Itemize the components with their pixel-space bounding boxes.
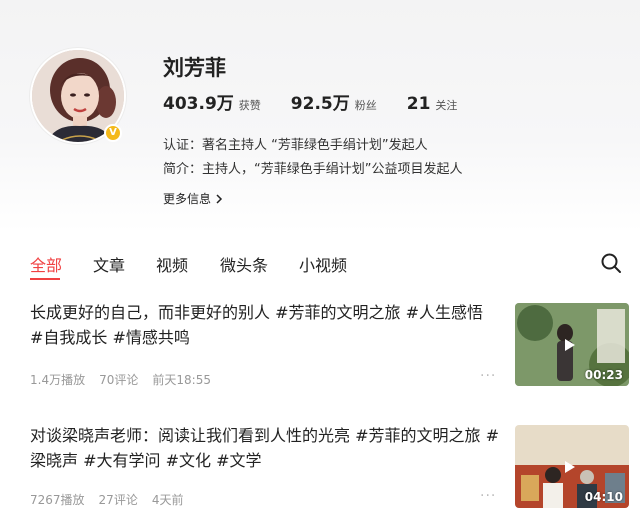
stat-likes-value: 403.9万: [163, 94, 234, 114]
verified-badge-icon: V: [104, 124, 122, 142]
tab-videos[interactable]: 视频: [156, 252, 188, 276]
feed-item-meta: 7267播放 27评论 4天前: [30, 491, 197, 508]
search-icon[interactable]: [600, 252, 622, 274]
stat-followers[interactable]: 92.5万 粉丝: [291, 89, 377, 114]
feed-item-plays: 7267播放: [30, 493, 85, 507]
stat-likes-label: 获赞: [238, 99, 261, 112]
content-tabs: 全部 文章 视频 微头条 小视频: [0, 248, 640, 282]
more-dots-icon[interactable]: ···: [480, 488, 496, 504]
more-dots-icon[interactable]: ···: [480, 368, 496, 384]
feed-item-title[interactable]: 对谈梁晓声老师：阅读让我们看到人性的光亮 #芳菲的文明之旅 #梁晓声 #大有学问…: [30, 423, 500, 473]
feed-item-plays: 1.4万播放: [30, 373, 86, 387]
more-info-label: 更多信息: [163, 192, 212, 206]
stat-followers-value: 92.5万: [290, 94, 350, 114]
feed-item-time: 4天前: [151, 493, 184, 507]
profile-intro: 简介：主持人，“芳菲绿色手绢计划”公益项目发起人: [163, 162, 463, 177]
tab-short-videos[interactable]: 小视频: [299, 252, 347, 276]
stat-followers-label: 粉丝: [354, 99, 377, 112]
play-icon: [564, 459, 576, 478]
tab-micro-headlines[interactable]: 微头条: [220, 252, 268, 276]
stat-following-label: 关注: [435, 99, 458, 112]
stat-likes[interactable]: 403.9万 获赞: [163, 89, 261, 114]
video-duration: 00:23: [584, 368, 623, 382]
tab-articles[interactable]: 文章: [93, 252, 125, 276]
video-thumbnail[interactable]: 04:10: [515, 425, 629, 508]
more-info-link[interactable]: 更多信息: [163, 190, 223, 207]
video-duration: 04:10: [584, 490, 623, 504]
feed-item-comments: 27评论: [98, 493, 138, 507]
feed-item-comments: 70评论: [99, 373, 139, 387]
profile-stats: 403.9万 获赞 92.5万 粉丝 21 关注: [163, 89, 487, 114]
play-icon: [564, 337, 576, 356]
feed-item-meta: 1.4万播放 70评论 前天18:55: [30, 371, 225, 388]
active-tab-indicator: [30, 278, 60, 280]
profile-name: 刘芳菲: [163, 56, 226, 80]
feed-item-title[interactable]: 长成更好的自己，而非更好的别人 #芳菲的文明之旅 #人生感悟 #自我成长 #情感…: [30, 300, 500, 350]
tab-all[interactable]: 全部: [30, 252, 62, 276]
stat-following[interactable]: 21 关注: [407, 94, 458, 114]
profile-certification: 认证：著名主持人 “芳菲绿色手绢计划”发起人: [163, 138, 428, 153]
feed-item-time: 前天18:55: [152, 373, 211, 387]
video-thumbnail[interactable]: 00:23: [515, 303, 629, 386]
chevron-right-icon: [216, 193, 223, 204]
stat-following-value: 21: [406, 94, 431, 114]
